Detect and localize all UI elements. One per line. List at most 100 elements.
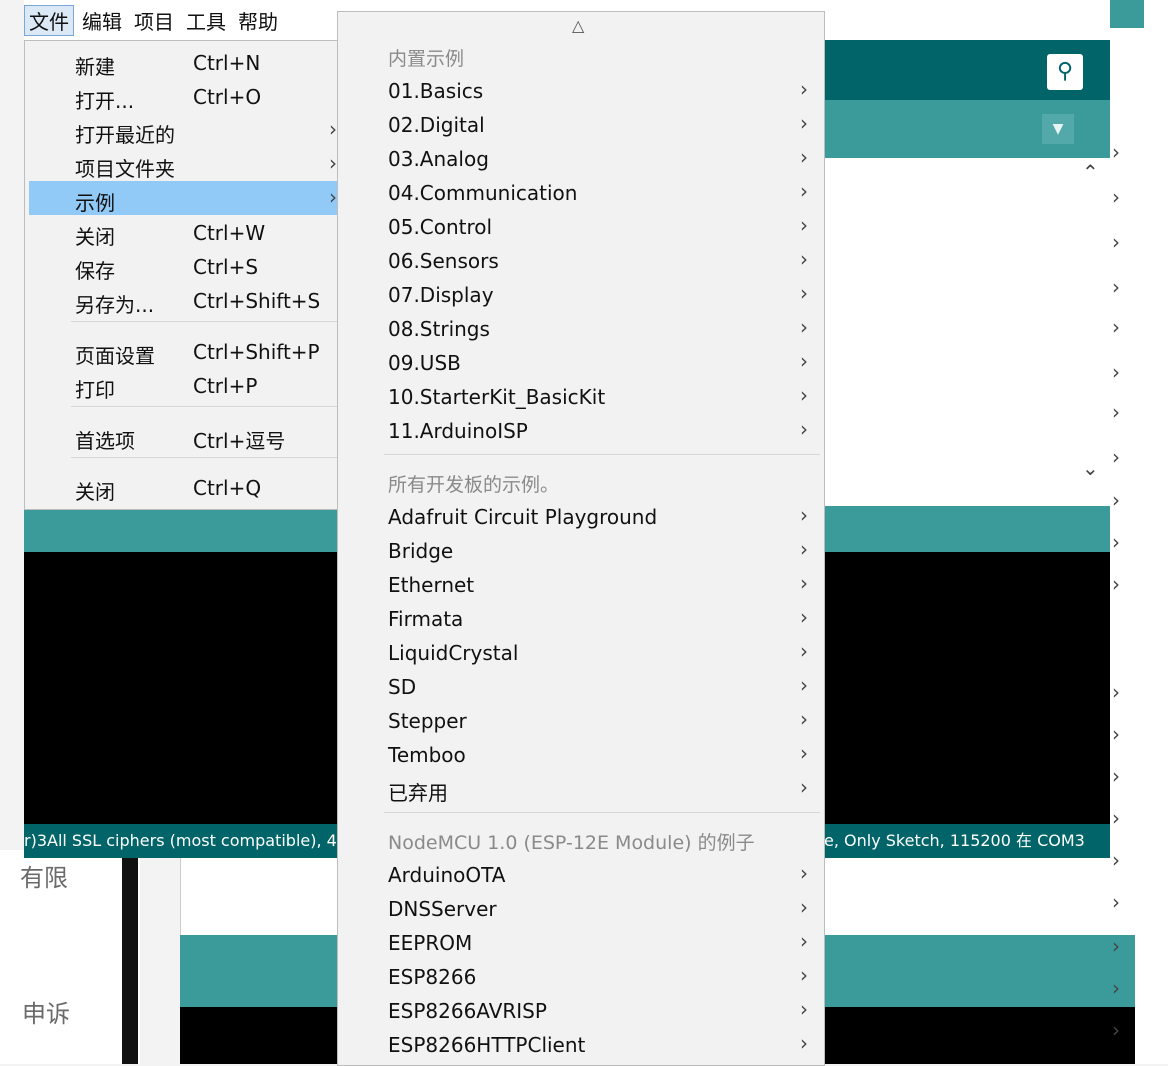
example-menu-item-label: 06.Sensors	[388, 249, 499, 273]
file-menu-item-shortcut: Ctrl+Shift+P	[193, 340, 320, 364]
file-menu-item[interactable]: 项目文件夹 ›	[25, 147, 339, 181]
background-chevron-right-icon: ›	[1112, 890, 1120, 914]
file-menu-item-shortcut: Ctrl+Shift+S	[193, 289, 321, 313]
file-menu-item-shortcut: Ctrl+W	[193, 221, 266, 245]
example-menu-item[interactable]: EEPROM ›	[338, 925, 824, 959]
file-menu-item[interactable]: 首选项 Ctrl+逗号	[25, 419, 339, 453]
file-menu-item[interactable]: 页面设置 Ctrl+Shift+P	[25, 334, 339, 368]
example-menu-item-label: 11.ArduinoISP	[388, 419, 528, 443]
background-chevron-right-icon: ›	[1112, 934, 1120, 958]
example-menu-item[interactable]: 01.Basics ›	[338, 73, 824, 107]
menu-sketch[interactable]: 项目	[130, 6, 178, 35]
example-menu-item[interactable]: ESP8266 ›	[338, 959, 824, 993]
file-menu-item-shortcut: Ctrl+逗号	[193, 429, 286, 453]
file-menu-item-shortcut: Ctrl+P	[193, 374, 258, 398]
example-menu-item[interactable]: 07.Display ›	[338, 277, 824, 311]
file-menu-item-label: 打开...	[75, 89, 135, 113]
chevron-right-icon: ›	[800, 605, 808, 629]
file-menu-item-label: 关闭	[75, 225, 115, 249]
chevron-right-icon: ›	[800, 997, 808, 1021]
example-menu-item-label: Temboo	[388, 743, 466, 767]
file-menu-item[interactable]: 关闭 Ctrl+Q	[25, 470, 339, 504]
example-menu-item-label: ArduinoOTA	[388, 863, 506, 887]
chevron-right-icon: ›	[800, 349, 808, 373]
example-menu-item-label: 08.Strings	[388, 317, 490, 341]
example-menu-item[interactable]: ESP8266HTTPClient ›	[338, 1027, 824, 1061]
example-menu-item[interactable]: 03.Analog ›	[338, 141, 824, 175]
file-menu-item-label: 新建	[75, 55, 115, 79]
example-menu-item[interactable]: 11.ArduinoISP ›	[338, 413, 824, 447]
file-menu-item[interactable]: 另存为... Ctrl+Shift+S	[25, 283, 339, 317]
example-menu-item[interactable]: 05.Control ›	[338, 209, 824, 243]
chevron-right-icon: ›	[800, 111, 808, 135]
file-menu-item[interactable]: 打开... Ctrl+O	[25, 79, 339, 113]
example-menu-item[interactable]: 06.Sensors ›	[338, 243, 824, 277]
example-menu-item[interactable]: DNSServer ›	[338, 891, 824, 925]
chevron-right-icon: ›	[800, 383, 808, 407]
example-menu-item-label: 07.Display	[388, 283, 494, 307]
background-chevron-right-icon: ›	[1112, 1018, 1120, 1042]
chevron-right-icon: ›	[800, 963, 808, 987]
file-menu-item-label: 关闭	[75, 480, 115, 504]
example-menu-item[interactable]: Stepper ›	[338, 703, 824, 737]
examples-submenu: △ 内置示例 01.Basics › 02.Digital › 03.Analog › 04.…	[337, 11, 825, 1066]
example-menu-item-label: EEPROM	[388, 931, 473, 955]
example-menu-item[interactable]: Ethernet ›	[338, 567, 824, 601]
file-menu-item[interactable]: 示例 ›	[29, 181, 339, 215]
file-menu-item[interactable]: 打开最近的 ›	[25, 113, 339, 147]
file-menu-item-label: 示例	[75, 191, 115, 215]
file-menu-item-label: 保存	[75, 259, 115, 283]
example-menu-item[interactable]: Temboo ›	[338, 737, 824, 771]
scroll-up-icon[interactable]: ⌃	[1082, 160, 1099, 184]
file-menu-item[interactable]: 打印 Ctrl+P	[25, 368, 339, 402]
chevron-right-icon: ›	[329, 151, 337, 175]
menu-file[interactable]: 文件	[24, 4, 74, 36]
board-examples-header: NodeMCU 1.0 (ESP-12E Module) 的例子	[388, 832, 755, 854]
example-menu-item[interactable]: Bridge ›	[338, 533, 824, 567]
menu-separator	[384, 812, 820, 813]
chevron-right-icon: ›	[329, 117, 337, 141]
file-menu-item-shortcut: Ctrl+S	[193, 255, 259, 279]
file-menu-item[interactable]: 关闭 Ctrl+W	[25, 215, 339, 249]
example-menu-item-label: Stepper	[388, 709, 467, 733]
status-right-text: e, Only Sketch, 115200 在 COM3	[824, 831, 1085, 850]
example-menu-item[interactable]: 09.USB ›	[338, 345, 824, 379]
menu-edit[interactable]: 编辑	[78, 6, 126, 35]
example-menu-item[interactable]: ArduinoOTA ›	[338, 857, 824, 891]
menu-tools[interactable]: 工具	[182, 6, 230, 35]
file-menu-item[interactable]: 保存 Ctrl+S	[25, 249, 339, 283]
file-menu-item[interactable]: 新建 Ctrl+N	[25, 45, 339, 79]
triangle-down-icon[interactable]: ▼	[1042, 114, 1074, 144]
example-menu-item-label: SD	[388, 675, 417, 699]
example-menu-item-label: 02.Digital	[388, 113, 485, 137]
chevron-right-icon: ›	[800, 741, 808, 765]
chevron-right-icon: ›	[800, 179, 808, 203]
example-menu-item[interactable]: 10.StarterKit_BasicKit ›	[338, 379, 824, 413]
example-menu-item[interactable]: SD ›	[338, 669, 824, 703]
example-menu-item-label: ESP8266	[388, 965, 477, 989]
example-menu-item-label: 05.Control	[388, 215, 493, 239]
chevron-right-icon: ›	[800, 775, 808, 799]
chevron-right-icon: ›	[800, 895, 808, 919]
file-menu-item-shortcut: Ctrl+Q	[193, 476, 262, 500]
example-menu-item[interactable]: Adafruit Circuit Playground ›	[338, 499, 824, 533]
menu-help[interactable]: 帮助	[234, 6, 282, 35]
chevron-right-icon: ›	[800, 145, 808, 169]
chevron-right-icon: ›	[800, 639, 808, 663]
example-menu-item[interactable]: LiquidCrystal ›	[338, 635, 824, 669]
scroll-up-arrow-icon[interactable]: △	[572, 16, 584, 35]
example-menu-item-label: 03.Analog	[388, 147, 489, 171]
example-menu-item-label: 已弃用	[388, 781, 448, 805]
serial-monitor-icon[interactable]: ⚲	[1047, 54, 1083, 90]
example-menu-item[interactable]: Firmata ›	[338, 601, 824, 635]
example-menu-item[interactable]: 02.Digital ›	[338, 107, 824, 141]
example-menu-item[interactable]: 08.Strings ›	[338, 311, 824, 345]
example-menu-item-label: 10.StarterKit_BasicKit	[388, 385, 606, 409]
chevron-right-icon: ›	[800, 537, 808, 561]
example-menu-item[interactable]: 已弃用 ›	[338, 771, 824, 805]
scroll-down-icon[interactable]: ⌄	[1082, 456, 1099, 480]
chevron-right-icon: ›	[329, 185, 337, 209]
example-menu-item[interactable]: 04.Communication ›	[338, 175, 824, 209]
example-menu-item-label: ESP8266AVRISP	[388, 999, 547, 1023]
example-menu-item[interactable]: ESP8266AVRISP ›	[338, 993, 824, 1027]
